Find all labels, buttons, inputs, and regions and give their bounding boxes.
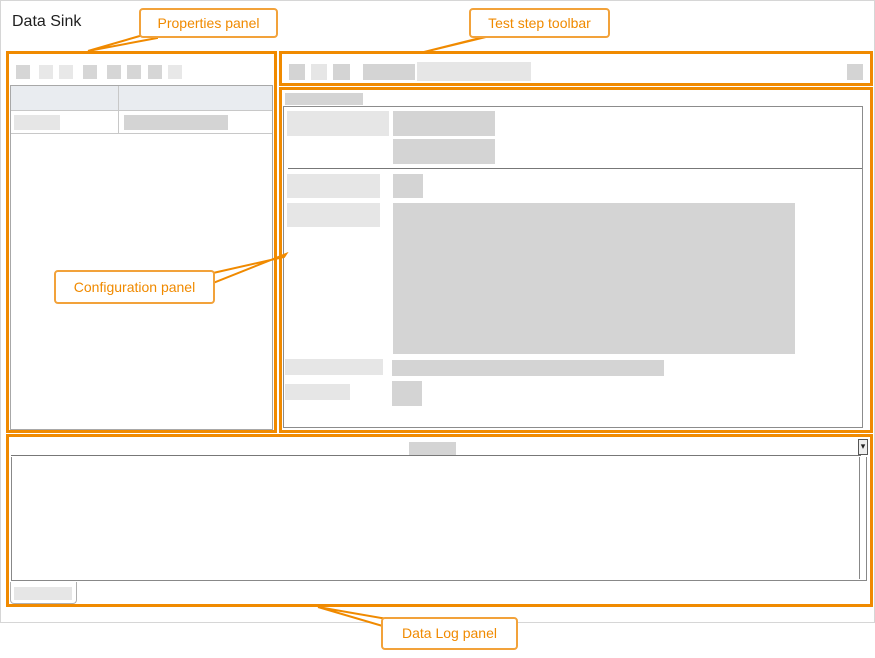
toolbar-button[interactable] xyxy=(847,64,863,80)
scroll-toggle-icon[interactable]: ▾ xyxy=(858,439,868,455)
configuration-panel xyxy=(279,87,873,433)
tab-label xyxy=(14,587,72,600)
window-title: Data Sink xyxy=(12,13,82,30)
field-label xyxy=(285,359,383,375)
property-name-cell xyxy=(14,115,60,130)
field-label xyxy=(287,174,380,198)
callout-configuration-panel: Configuration panel xyxy=(54,270,215,304)
field-control[interactable] xyxy=(392,360,664,376)
toolbar-button[interactable] xyxy=(168,65,182,79)
toolbar-button[interactable] xyxy=(83,65,97,79)
toolbar-button[interactable] xyxy=(39,65,53,79)
toolbar-field[interactable] xyxy=(417,62,531,81)
data-log-panel: ▾ xyxy=(6,434,873,607)
field-label xyxy=(287,203,380,227)
field-control[interactable] xyxy=(393,111,495,136)
table-row[interactable] xyxy=(11,111,272,134)
toolbar-button[interactable] xyxy=(289,64,305,80)
table-header xyxy=(11,86,272,133)
field-control[interactable] xyxy=(393,174,423,198)
toolbar-button[interactable] xyxy=(311,64,327,80)
callout-properties-panel: Properties panel xyxy=(139,8,278,38)
callout-test-step-toolbar: Test step toolbar xyxy=(469,8,610,38)
toolbar-button[interactable] xyxy=(127,65,141,79)
toolbar-button[interactable] xyxy=(333,64,350,80)
text-area[interactable] xyxy=(393,203,795,354)
field-label xyxy=(285,384,350,400)
toolbar-dropdown[interactable] xyxy=(363,64,415,80)
column-header xyxy=(409,442,456,455)
data-log-tab[interactable] xyxy=(10,582,77,604)
toolbar-button[interactable] xyxy=(16,65,30,79)
data-log-header xyxy=(11,440,861,456)
field-control[interactable] xyxy=(392,381,422,406)
field-control[interactable] xyxy=(393,139,495,164)
data-log-list xyxy=(11,457,867,581)
callout-data-log-panel: Data Log panel xyxy=(381,617,518,650)
section-divider xyxy=(288,168,862,169)
configuration-area xyxy=(283,106,863,428)
scrollbar[interactable] xyxy=(859,457,866,579)
property-value-cell[interactable] xyxy=(124,115,228,130)
toolbar-button[interactable] xyxy=(148,65,162,79)
configuration-tab[interactable] xyxy=(285,93,363,105)
properties-panel xyxy=(6,51,277,433)
properties-table xyxy=(10,85,273,430)
toolbar-button[interactable] xyxy=(107,65,121,79)
toolbar-button[interactable] xyxy=(59,65,73,79)
test-step-toolbar xyxy=(279,51,873,86)
field-label xyxy=(287,111,389,136)
